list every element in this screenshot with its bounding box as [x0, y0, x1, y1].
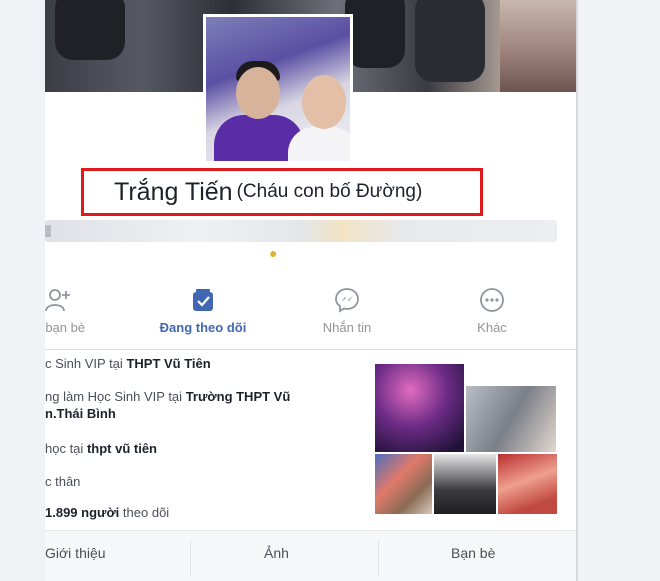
- intro-text: ng làm Học Sinh VIP tại: [45, 389, 183, 404]
- edge-glyph: [45, 225, 51, 237]
- blurred-bio: [45, 220, 557, 242]
- cover-figure: [345, 0, 405, 68]
- messenger-icon: [292, 286, 402, 314]
- right-gutter: [576, 0, 660, 581]
- photo-thumbnail[interactable]: [466, 386, 556, 452]
- cover-shelf: [500, 0, 576, 92]
- photo-grid: [375, 364, 557, 516]
- more-button[interactable]: Khác: [437, 286, 547, 342]
- profile-screen: Trắng Tiến (Cháu con bố Đường) ● m bạn b…: [45, 0, 576, 581]
- intro-followers[interactable]: 1.899 người theo dõi: [45, 505, 169, 520]
- intro-text: c Sinh VIP tại: [45, 356, 123, 371]
- more-label: Khác: [477, 320, 507, 335]
- left-gutter: [0, 0, 45, 581]
- following-label: Đang theo dõi: [159, 320, 247, 335]
- cover-figure: [55, 0, 125, 60]
- profile-name: Trắng Tiến: [114, 177, 233, 206]
- right-edge: [576, 0, 578, 581]
- add-friend-button[interactable]: m bạn bè: [45, 286, 113, 342]
- intro-work-2-cont: n.Thái Bình: [45, 406, 116, 421]
- intro-text: học tại: [45, 441, 84, 456]
- intro-link[interactable]: Trường THPT Vũ: [186, 389, 291, 404]
- following-icon: [148, 286, 258, 314]
- photo-person: [288, 127, 350, 161]
- intro-relationship: c thân: [45, 474, 80, 489]
- add-friend-label: m bạn bè: [45, 320, 86, 335]
- intro-link[interactable]: thpt vũ tiên: [87, 441, 157, 456]
- photo-thumbnail[interactable]: [375, 454, 432, 514]
- cover-figure: [415, 0, 485, 82]
- intro-text: theo dõi: [122, 505, 170, 520]
- photo-thumbnail[interactable]: [498, 454, 557, 514]
- profile-alternate-name: (Cháu con bố Đường): [236, 181, 423, 202]
- message-button[interactable]: Nhắn tin: [292, 286, 402, 342]
- tab-photos[interactable]: Ảnh: [264, 545, 289, 561]
- profile-actions: m bạn bè Đang theo dõi Nhắn tin: [45, 286, 576, 342]
- profile-name-highlight: Trắng Tiến (Cháu con bố Đường): [81, 168, 483, 216]
- intro-study: học tại thpt vũ tiên: [45, 441, 157, 456]
- intro-work-2: ng làm Học Sinh VIP tại Trường THPT Vũ: [45, 389, 290, 404]
- photo-person: [236, 67, 280, 119]
- following-button[interactable]: Đang theo dõi: [148, 286, 258, 342]
- intro-link[interactable]: THPT Vũ Tiên: [126, 356, 210, 371]
- add-friend-icon: [45, 286, 113, 314]
- message-label: Nhắn tin: [322, 320, 372, 335]
- tab-separator: [190, 541, 191, 575]
- photo-person: [302, 75, 346, 129]
- tab-about[interactable]: Giới thiệu: [45, 545, 106, 561]
- tab-friends[interactable]: Bạn bè: [451, 545, 495, 561]
- section-divider: [45, 349, 576, 350]
- intro-text: c thân: [45, 474, 81, 489]
- profile-picture[interactable]: [203, 14, 353, 164]
- more-icon: [437, 286, 547, 314]
- bottom-tab-bar: Giới thiệu Ảnh Bạn bè: [45, 530, 576, 581]
- intro-work-1: c Sinh VIP tại THPT Vũ Tiên: [45, 356, 211, 371]
- photo-thumbnail[interactable]: [434, 454, 496, 514]
- emoji-icon: ●: [269, 245, 278, 261]
- intro-link[interactable]: n.Thái Bình: [45, 406, 116, 421]
- tab-separator: [378, 541, 379, 575]
- followers-count: 1.899 người: [45, 505, 120, 520]
- photo-thumbnail[interactable]: [375, 364, 464, 452]
